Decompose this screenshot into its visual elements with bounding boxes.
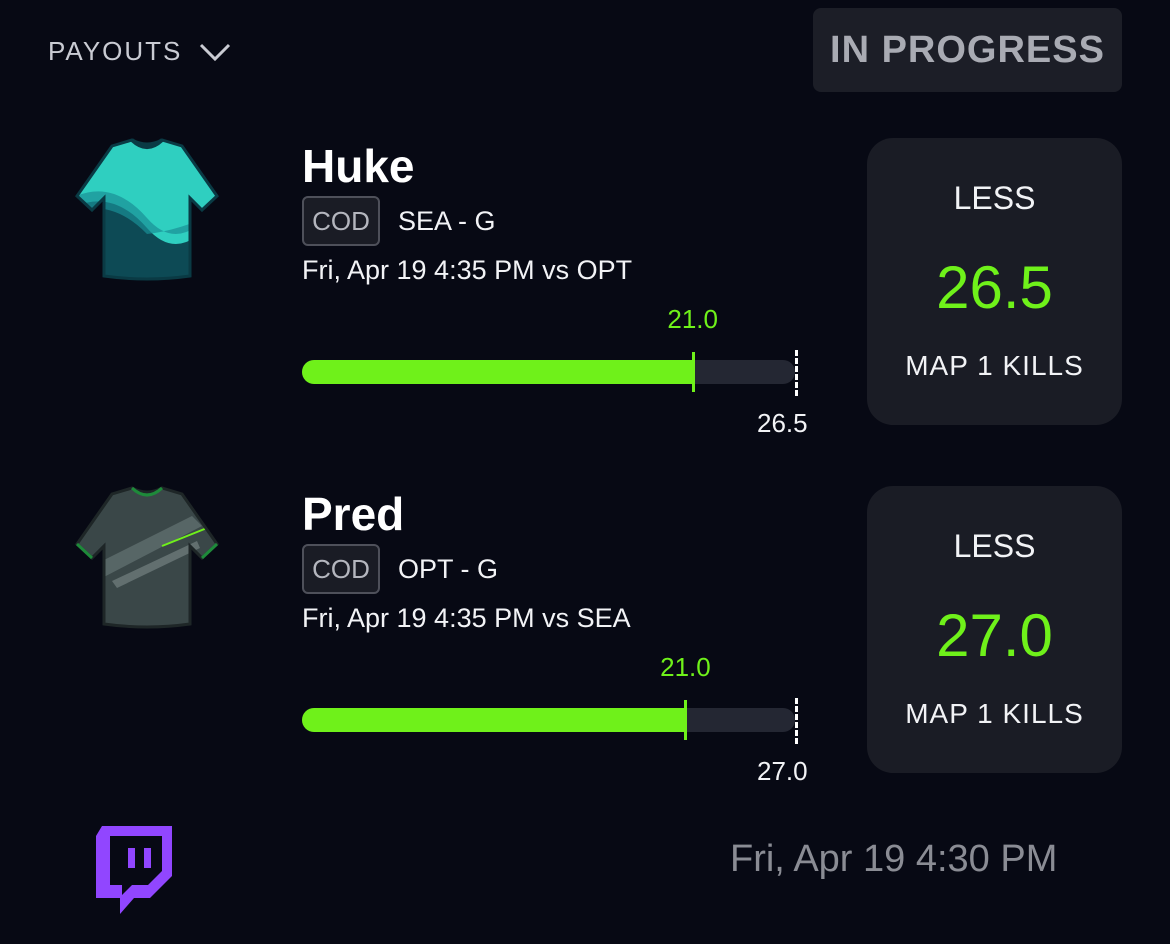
player-name: Pred [302, 488, 405, 540]
status-label: IN PROGRESS [830, 28, 1105, 71]
payouts-label: PAYOUTS [48, 36, 183, 66]
line-marker [795, 350, 798, 396]
team-position: OPT - G [398, 554, 499, 584]
current-marker [691, 352, 695, 392]
current-marker [684, 700, 688, 740]
pick-row: Huke COD SEA - G Fri, Apr 19 4:35 PM vs … [0, 138, 1170, 438]
jersey-icon [75, 486, 219, 629]
line-value: 27.0 [757, 756, 808, 786]
pick-direction: LESS [953, 528, 1036, 564]
current-value: 21.0 [660, 652, 711, 682]
status-badge: IN PROGRESS [813, 8, 1122, 92]
league-badge: COD [302, 544, 380, 594]
player-name: Huke [302, 140, 415, 192]
game-info: Fri, Apr 19 4:35 PM vs OPT [302, 255, 633, 285]
chevron-down-icon [200, 43, 231, 61]
jersey-icon [75, 138, 219, 281]
twitch-icon[interactable] [96, 826, 172, 916]
stat-type: MAP 1 KILLS [905, 350, 1084, 381]
line-value: 26.5 [757, 408, 808, 438]
current-value: 21.0 [667, 304, 718, 334]
team-position: SEA - G [398, 206, 496, 236]
league-badge: COD [302, 196, 380, 246]
pick-card[interactable]: LESS 27.0 MAP 1 KILLS [867, 486, 1122, 773]
event-time: Fri, Apr 19 4:30 PM [730, 838, 1058, 880]
pick-line: 27.0 [936, 602, 1053, 669]
pick-card[interactable]: LESS 26.5 MAP 1 KILLS [867, 138, 1122, 425]
pick-row: Pred COD OPT - G Fri, Apr 19 4:35 PM vs … [0, 486, 1170, 786]
payouts-toggle[interactable]: PAYOUTS [48, 36, 232, 67]
progress-fill [302, 708, 686, 732]
line-marker [795, 698, 798, 744]
game-info: Fri, Apr 19 4:35 PM vs SEA [302, 603, 631, 633]
pick-direction: LESS [953, 180, 1036, 216]
progress-fill [302, 360, 693, 384]
stat-type: MAP 1 KILLS [905, 698, 1084, 729]
pick-line: 26.5 [936, 254, 1053, 321]
